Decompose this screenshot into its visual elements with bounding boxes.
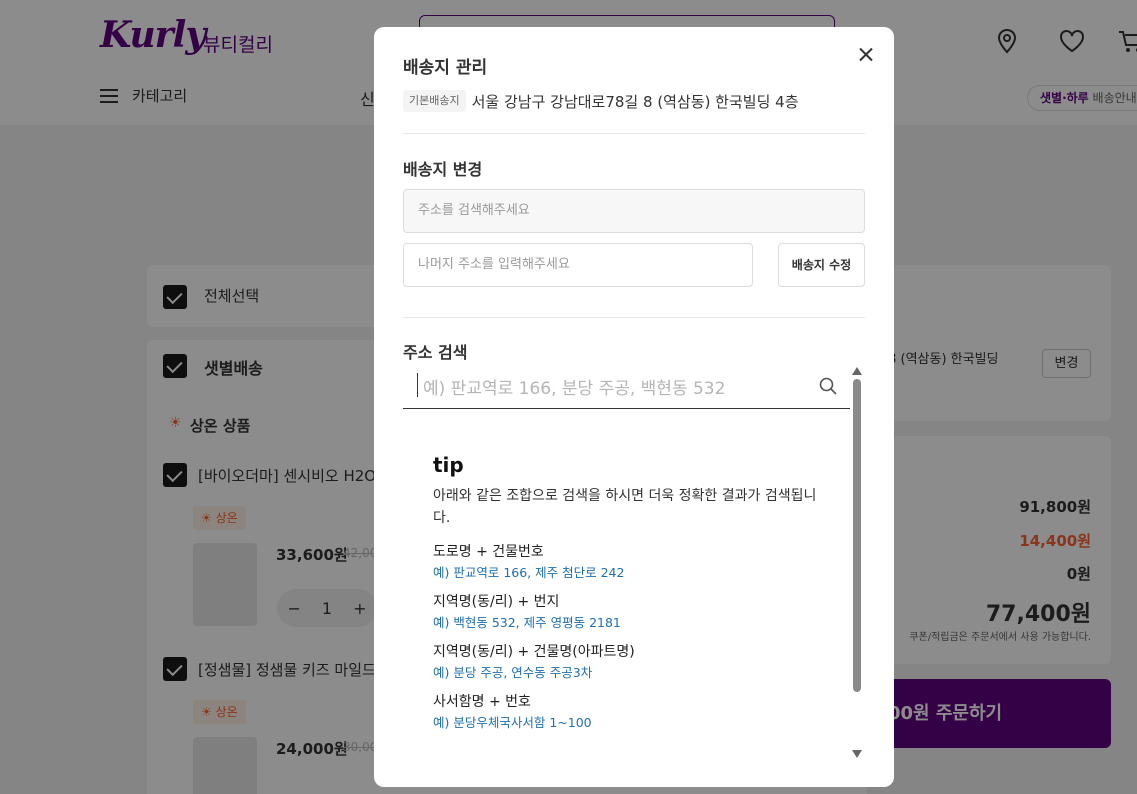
- default-address-tag: 기본배송지: [403, 90, 466, 112]
- modal-title: 배송지 관리: [403, 58, 488, 78]
- scroll-up-arrow-icon[interactable]: [852, 367, 862, 375]
- tip-item: 지역명(동/리) + 건물명(아파트명) 예) 분당 주공, 연수동 주공3차: [433, 641, 823, 683]
- default-address-text: 서울 강남구 강남대로78길 8 (역삼동) 한국빌딩 4층: [471, 92, 799, 111]
- tip-example: 예) 분당 주공, 연수동 주공3차: [433, 665, 593, 680]
- tip-description: 아래와 같은 조합으로 검색을 하시면 더욱 정확한 결과가 검색됩니다.: [433, 488, 817, 526]
- tip-title: tip: [433, 453, 464, 477]
- tip-label: 지역명(동/리) + 번지: [433, 594, 560, 610]
- default-address-row: 기본배송지 서울 강남구 강남대로78길 8 (역삼동) 한국빌딩 4층: [403, 90, 799, 112]
- address-search-input[interactable]: 예) 판교역로 166, 분당 주공, 백현동 532: [403, 367, 850, 409]
- tip-example: 예) 판교역로 166, 제주 첨단로 242: [433, 565, 625, 580]
- tip-item: 사서함명 + 번호 예) 분당우체국사서함 1~100: [433, 691, 823, 733]
- change-section-title: 배송지 변경: [403, 160, 483, 179]
- search-placeholder: 예) 판교역로 166, 분당 주공, 백현동 532: [423, 379, 726, 399]
- close-icon[interactable]: [856, 45, 876, 65]
- tip-example: 예) 분당우체국사서함 1~100: [433, 715, 592, 730]
- tip-label: 지역명(동/리) + 건물명(아파트명): [433, 644, 635, 660]
- divider: [403, 317, 865, 318]
- tip-label: 도로명 + 건물번호: [433, 544, 544, 560]
- address-modal: 배송지 관리 기본배송지 서울 강남구 강남대로78길 8 (역삼동) 한국빌딩…: [374, 27, 894, 787]
- scroll-thumb[interactable]: [853, 379, 861, 692]
- address-search-field[interactable]: 주소를 검색해주세요: [403, 189, 865, 233]
- divider: [403, 133, 865, 134]
- search-section-title: 주소 검색: [403, 343, 468, 362]
- search-icon[interactable]: [818, 376, 838, 396]
- search-tip: tip 아래와 같은 조합으로 검색을 하시면 더욱 정확한 결과가 검색됩니다…: [433, 453, 823, 741]
- scroll-down-arrow-icon[interactable]: [852, 750, 862, 758]
- tip-example: 예) 백현동 532, 제주 영평동 2181: [433, 615, 621, 630]
- scrollbar[interactable]: [852, 367, 862, 762]
- detail-address-input[interactable]: 나머지 주소를 입력해주세요: [403, 243, 753, 287]
- tip-item: 지역명(동/리) + 번지 예) 백현동 532, 제주 영평동 2181: [433, 591, 823, 633]
- tip-label: 사서함명 + 번호: [433, 694, 531, 710]
- tip-item: 도로명 + 건물번호 예) 판교역로 166, 제주 첨단로 242: [433, 541, 823, 583]
- edit-address-button[interactable]: 배송지 수정: [778, 243, 865, 287]
- text-caret: [417, 373, 418, 397]
